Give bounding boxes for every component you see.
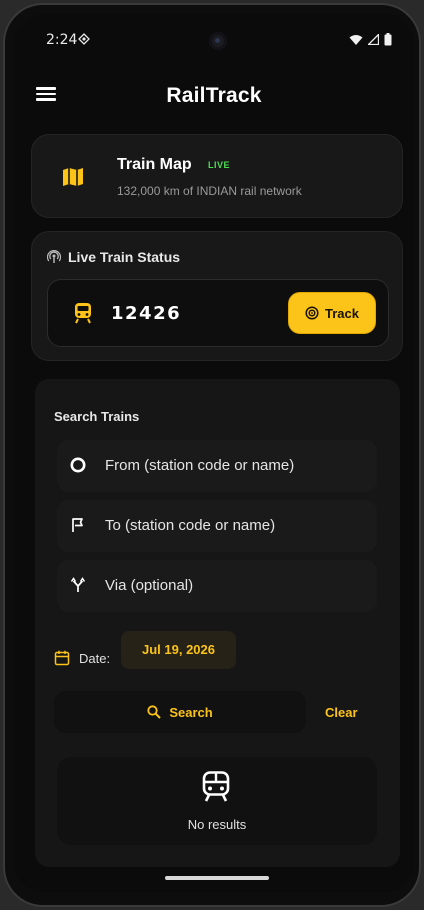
- via-station-input[interactable]: Via (optional): [57, 560, 377, 612]
- date-picker-chip[interactable]: Jul 19, 2026: [121, 631, 236, 669]
- live-badge: LIVE: [208, 160, 231, 170]
- results-empty-state: No results: [57, 757, 377, 845]
- gesture-nav-handle[interactable]: [165, 876, 269, 880]
- flag-icon: [72, 518, 83, 532]
- battery-icon: [384, 33, 392, 46]
- target-icon: [305, 306, 319, 320]
- to-station-input[interactable]: To (station code or name): [57, 500, 377, 552]
- train-number-value: 12426: [111, 303, 182, 324]
- date-label: Date:: [79, 651, 111, 666]
- search-icon: [147, 705, 162, 719]
- train-outline-icon: [202, 771, 230, 802]
- broadcast-icon: [47, 250, 61, 263]
- device-frame: 2:24 RailTrack Train Map LIVE 132,000 km…: [3, 3, 421, 907]
- to-placeholder: To (station code or name): [105, 517, 276, 534]
- app-bar: RailTrack: [14, 76, 414, 116]
- signal-icon: [368, 34, 379, 45]
- search-trains-card: Search Trains From (station code or name…: [35, 379, 400, 867]
- clear-button[interactable]: Clear: [325, 705, 358, 720]
- train-map-subtitle: 132,000 km of INDIAN rail network: [117, 184, 302, 198]
- from-placeholder: From (station code or name): [105, 457, 295, 474]
- system-icons: [349, 33, 392, 46]
- front-camera: [209, 32, 227, 50]
- calendar-icon: [54, 650, 70, 666]
- train-map-title: Train Map: [117, 156, 192, 173]
- data-saver-icon: [78, 33, 90, 45]
- train-icon: [75, 303, 91, 324]
- live-status-card: Live Train Status 12426 Track: [31, 231, 403, 361]
- track-button[interactable]: Track: [288, 292, 376, 334]
- status-time: 2:24: [46, 32, 78, 48]
- live-status-heading: Live Train Status: [68, 249, 181, 265]
- map-icon: [63, 168, 83, 186]
- train-map-card[interactable]: Train Map LIVE 132,000 km of INDIAN rail…: [31, 134, 403, 218]
- no-results-text: No results: [187, 817, 247, 832]
- app-title: RailTrack: [166, 84, 262, 107]
- train-number-input[interactable]: 12426 Track: [47, 279, 389, 347]
- search-button[interactable]: Search: [54, 691, 306, 733]
- fork-route-icon: [70, 577, 86, 592]
- wifi-icon: [349, 34, 363, 45]
- status-bar: 2:24: [14, 14, 414, 54]
- origin-circle-icon: [70, 457, 86, 473]
- search-button-label: Search: [169, 704, 213, 720]
- screen: 2:24 RailTrack Train Map LIVE 132,000 km…: [14, 14, 414, 892]
- track-button-label: Track: [325, 305, 359, 321]
- from-station-input[interactable]: From (station code or name): [57, 440, 377, 492]
- via-placeholder: Via (optional): [105, 577, 194, 594]
- search-heading: Search Trains: [54, 409, 140, 424]
